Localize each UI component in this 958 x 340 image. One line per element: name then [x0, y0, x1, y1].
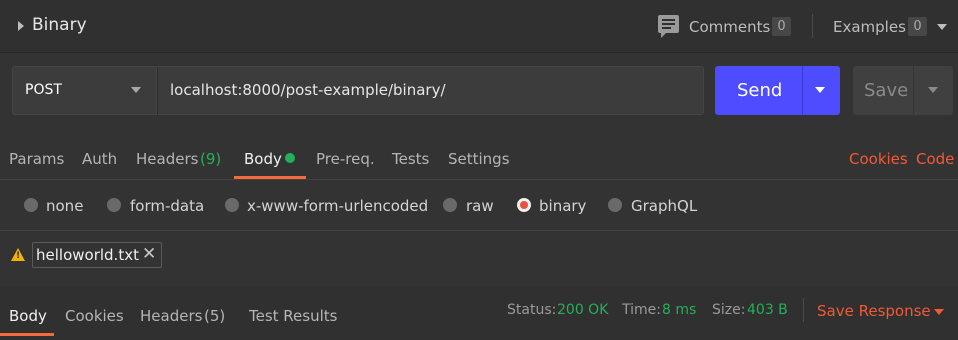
url-input[interactable]: localhost:8000/post-example/binary/ — [157, 66, 704, 115]
examples-chevron-down-icon[interactable] — [937, 24, 947, 30]
method-chevron-down-icon[interactable] — [131, 87, 141, 93]
save-button-label: Save — [864, 80, 909, 101]
close-icon[interactable]: ✕ — [142, 244, 156, 264]
collapse-caret-icon[interactable] — [18, 21, 24, 31]
time-value: 8 ms — [662, 302, 697, 318]
comments-count-badge: 0 — [772, 17, 791, 36]
size-label: Size: — [712, 302, 746, 318]
tab-headers-count: (9) — [200, 150, 222, 168]
body-active-dot-icon — [285, 153, 295, 163]
method-value: POST — [25, 82, 62, 98]
save-response-chevron-down-icon[interactable] — [934, 309, 944, 315]
file-name: helloworld.txt — [36, 246, 139, 264]
tab-prereq[interactable]: Pre-req. — [316, 150, 375, 168]
size-value: 403 B — [747, 302, 788, 318]
comment-icon[interactable] — [658, 15, 679, 38]
tabs-divider — [0, 179, 958, 180]
cookies-link[interactable]: Cookies — [849, 150, 908, 168]
radio-raw-label[interactable]: raw — [466, 197, 494, 215]
request-header — [0, 0, 958, 53]
tab-params[interactable]: Params — [9, 150, 64, 168]
response-tab-cookies[interactable]: Cookies — [65, 307, 124, 325]
save-split-divider — [913, 66, 914, 115]
tab-auth[interactable]: Auth — [82, 150, 117, 168]
request-title[interactable]: Binary — [32, 15, 87, 35]
radio-graphql[interactable] — [608, 198, 622, 212]
radio-form-data[interactable] — [107, 198, 121, 212]
tab-headers[interactable]: Headers — [136, 150, 198, 168]
radio-none[interactable] — [24, 198, 38, 212]
send-button-label: Send — [737, 80, 783, 101]
send-split-divider — [802, 66, 803, 115]
status-value: 200 OK — [557, 302, 609, 318]
tab-settings[interactable]: Settings — [448, 150, 510, 168]
response-headers-count: (5) — [204, 307, 226, 325]
radio-binary[interactable] — [517, 198, 531, 212]
radio-raw[interactable] — [443, 198, 457, 212]
comments-button[interactable]: Comments — [689, 18, 770, 36]
radio-binary-label[interactable]: binary — [539, 197, 586, 215]
radio-graphql-label[interactable]: GraphQL — [631, 197, 697, 215]
tab-tests[interactable]: Tests — [392, 150, 429, 168]
response-tab-test-results[interactable]: Test Results — [249, 307, 337, 325]
examples-count-badge: 0 — [908, 17, 927, 36]
radio-none-label[interactable]: none — [46, 197, 83, 215]
response-divider — [803, 298, 804, 322]
radio-form-data-label[interactable]: form-data — [130, 197, 204, 215]
warning-exclamation-icon: ! — [16, 251, 21, 261]
radio-urlencoded-label[interactable]: x-www-form-urlencoded — [247, 197, 428, 215]
send-options-chevron-down-icon[interactable] — [815, 87, 825, 93]
response-tab-body[interactable]: Body — [9, 307, 47, 325]
save-response-button[interactable]: Save Response — [817, 302, 931, 320]
code-link[interactable]: Code — [916, 150, 954, 168]
body-type-divider — [0, 230, 958, 231]
header-divider — [812, 14, 813, 38]
time-label: Time: — [622, 302, 661, 318]
response-tab-active-indicator — [0, 333, 54, 336]
examples-button[interactable]: Examples — [833, 18, 906, 36]
save-options-chevron-down-icon[interactable] — [928, 87, 938, 93]
response-tab-headers[interactable]: Headers — [140, 307, 202, 325]
status-label: Status: — [507, 302, 557, 318]
tab-body[interactable]: Body — [244, 150, 282, 168]
radio-urlencoded[interactable] — [225, 198, 239, 212]
